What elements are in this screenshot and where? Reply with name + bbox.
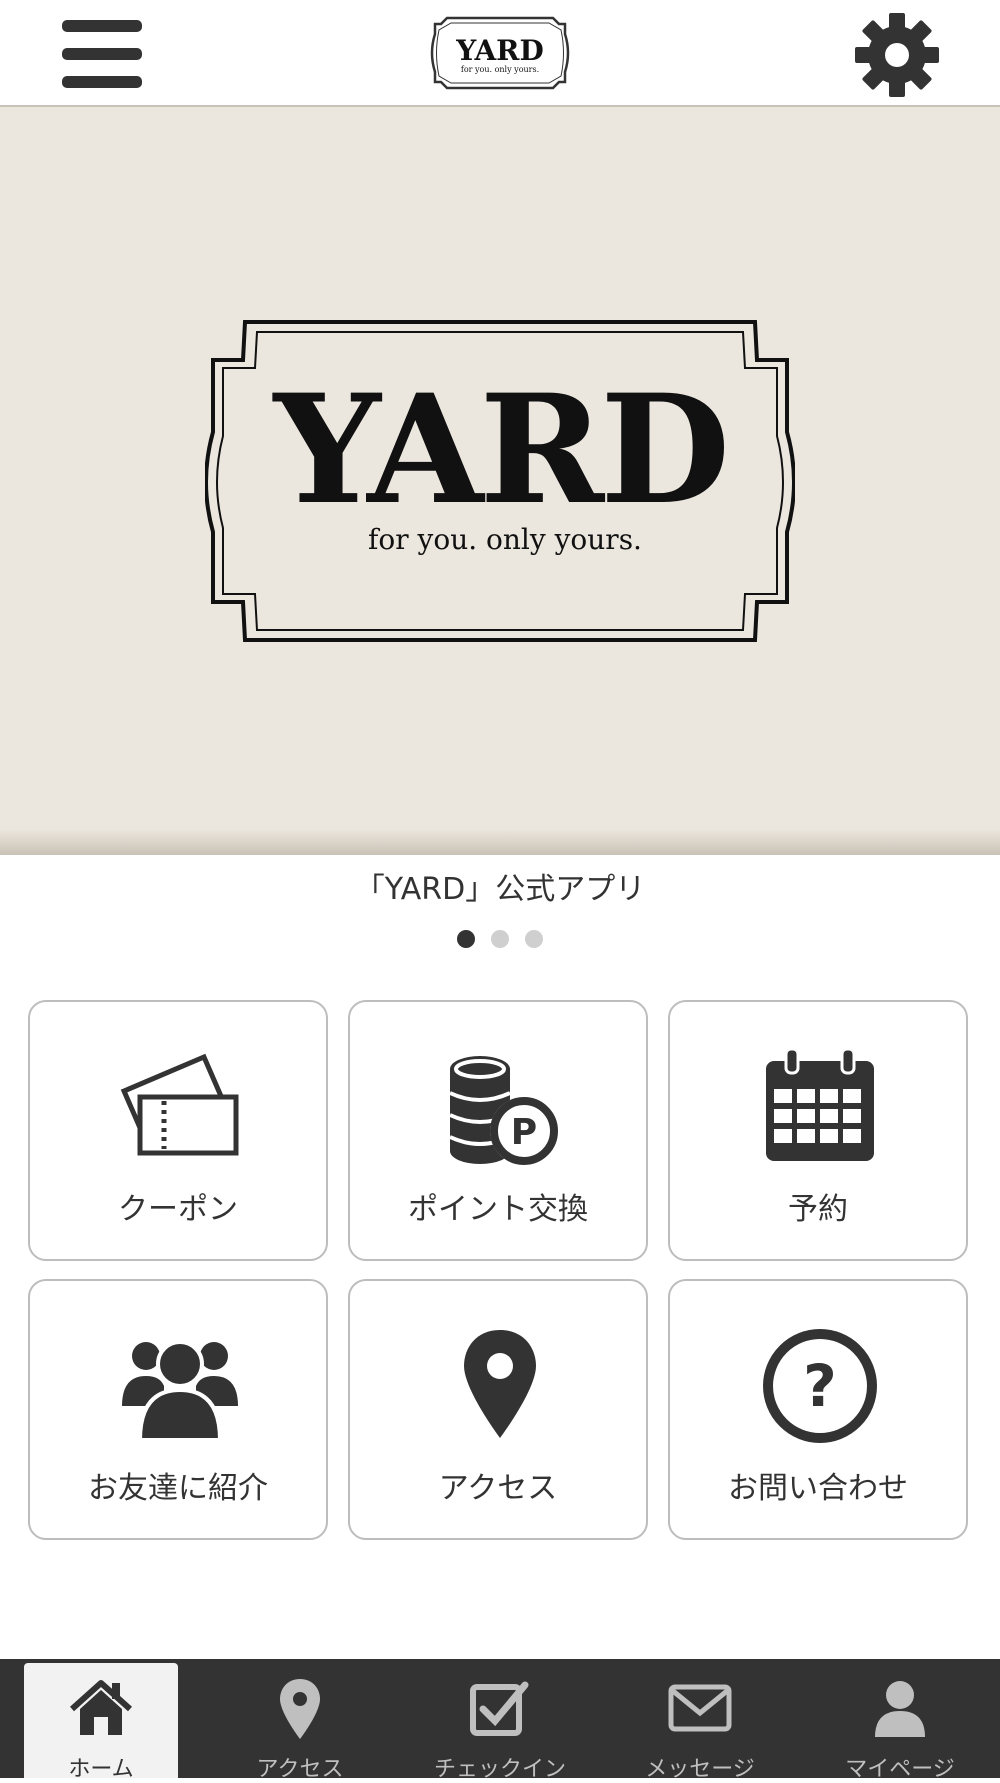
tab-label: ホーム (68, 1757, 134, 1782)
point-exchange-tile[interactable]: P ポイント交換 (348, 1000, 648, 1261)
tile-label: アクセス (438, 1471, 558, 1506)
header-logo-tagline: for you. only yours. (461, 65, 539, 74)
tile-label: 予約 (788, 1192, 848, 1227)
carousel-pagination (0, 930, 1000, 948)
refer-friend-tile[interactable]: お友達に紹介 (28, 1279, 328, 1540)
carousel-dot[interactable] (457, 930, 475, 948)
checkin-icon (467, 1675, 533, 1741)
tab-label: メッセージ (645, 1757, 755, 1782)
tab-label: チェックイン (433, 1757, 566, 1782)
hero-banner[interactable]: YARD for you. only yours. (0, 107, 1000, 855)
carousel-dot[interactable] (491, 930, 509, 948)
tile-label: お友達に紹介 (88, 1471, 268, 1506)
tab-label: アクセス (256, 1757, 344, 1782)
tab-home[interactable]: ホーム (24, 1663, 178, 1782)
menu-button[interactable] (56, 14, 148, 94)
map-pin-icon (267, 1675, 333, 1741)
hero-logo: YARD for you. only yours. (204, 302, 796, 662)
coins-point-icon: P (440, 1047, 560, 1167)
envelope-icon (667, 1675, 733, 1741)
contact-tile[interactable]: ? お問い合わせ (668, 1279, 968, 1540)
tile-label: ポイント交換 (408, 1192, 588, 1227)
settings-button[interactable] (852, 10, 942, 100)
svg-text:?: ? (803, 1352, 837, 1420)
header-logo: YARD for you. only yours. (425, 10, 575, 96)
reservation-tile[interactable]: 予約 (668, 1000, 968, 1261)
tab-checkin[interactable]: チェックイン (400, 1663, 600, 1782)
tile-label: クーポン (118, 1192, 238, 1227)
users-group-icon (120, 1326, 240, 1446)
app-header: YARD for you. only yours. (0, 0, 1000, 107)
tab-mypage[interactable]: マイページ (800, 1663, 1000, 1782)
person-icon (867, 1675, 933, 1741)
coupon-tile[interactable]: クーポン (28, 1000, 328, 1261)
tile-label: お問い合わせ (728, 1471, 908, 1506)
hamburger-icon (62, 20, 142, 88)
tab-label: マイページ (845, 1757, 955, 1782)
calendar-icon (760, 1047, 880, 1167)
svg-text:P: P (511, 1112, 537, 1153)
carousel-dot[interactable] (525, 930, 543, 948)
question-circle-icon: ? (760, 1326, 880, 1446)
hero-logo-tagline: for you. only yours. (368, 523, 642, 556)
ticket-icon (120, 1047, 240, 1167)
home-icon (68, 1675, 134, 1741)
access-tile[interactable]: アクセス (348, 1279, 648, 1540)
header-logo-text: YARD (455, 34, 543, 67)
carousel-caption: 「YARD」公式アプリ (354, 872, 646, 907)
tab-access[interactable]: アクセス (200, 1663, 400, 1782)
gear-icon (855, 13, 939, 97)
tab-message[interactable]: メッセージ (600, 1663, 800, 1782)
hero-logo-text: YARD (272, 362, 727, 538)
map-pin-icon (440, 1326, 560, 1446)
bottom-tab-bar: ホーム アクセス チェックイン メッセージ マイページ (0, 1659, 1000, 1782)
